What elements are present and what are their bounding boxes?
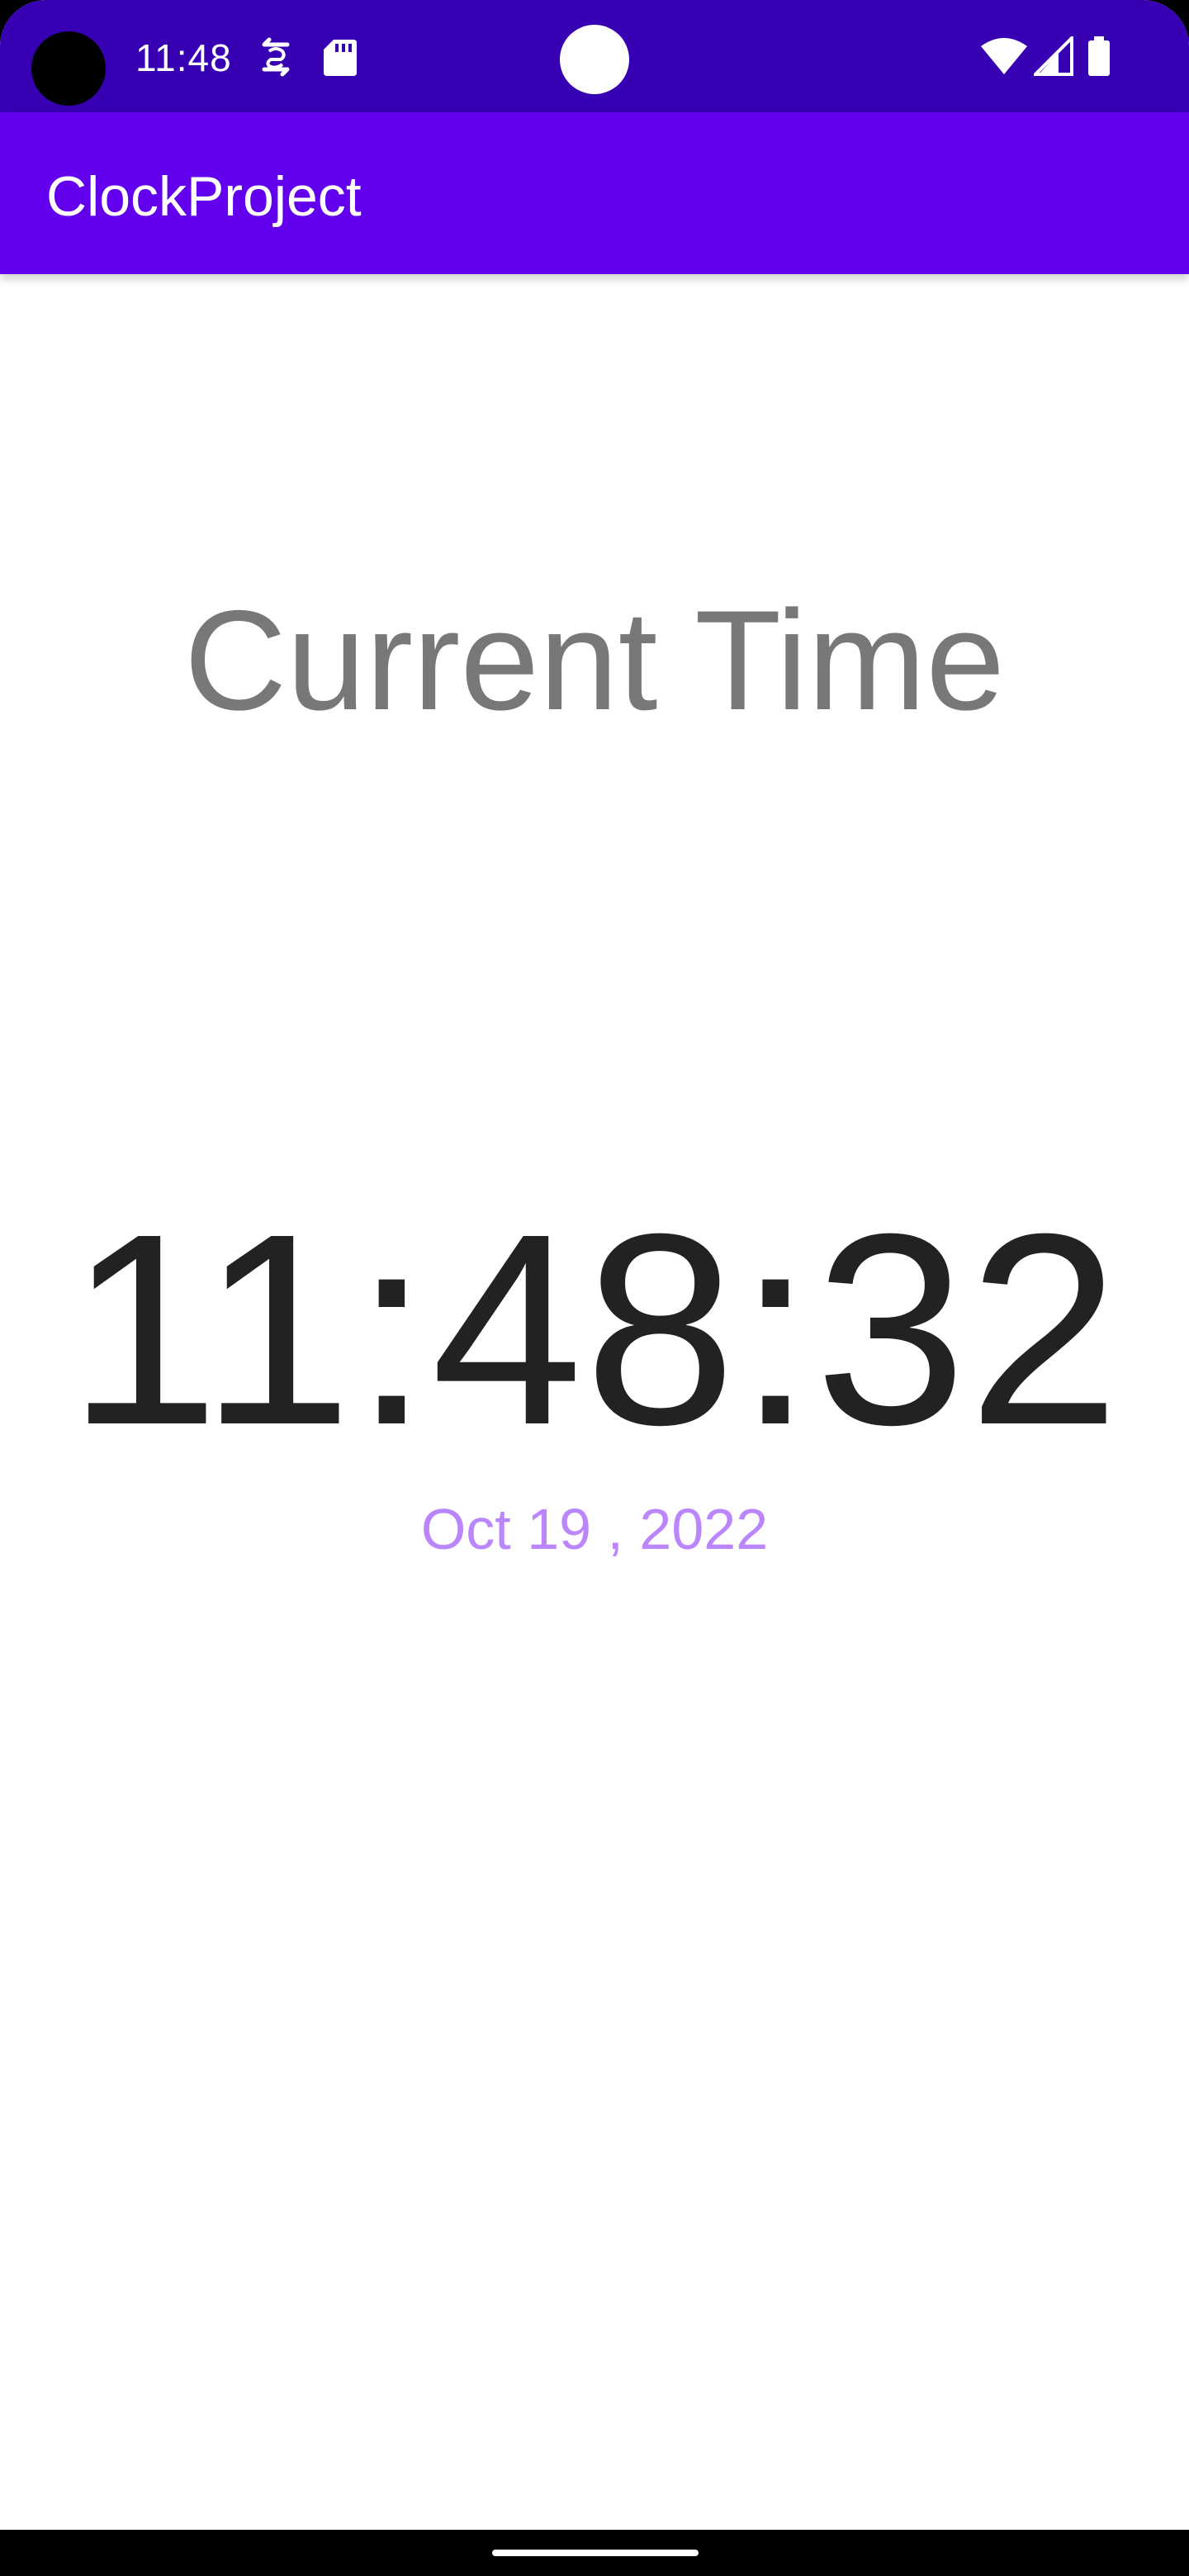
sd-card-icon [322, 36, 358, 78]
wifi-icon [981, 36, 1027, 78]
battery-icon [1087, 36, 1111, 78]
status-time: 11:48 [135, 36, 232, 79]
app-title: ClockProject [46, 165, 362, 228]
navigation-bar [0, 2530, 1189, 2576]
current-time-heading: Current Time [183, 581, 1006, 740]
phone-screen: 11:48 ClockProject Current Time 11:48:32… [0, 0, 1189, 2576]
clock-display: 11:48:32 [67, 1177, 1122, 1481]
status-bar: 11:48 [0, 0, 1189, 112]
cell-signal-icon [1031, 34, 1073, 78]
center-indicator-dot [560, 25, 629, 94]
sync-icon [258, 36, 294, 78]
gesture-handle[interactable] [492, 2550, 699, 2556]
date-display: Oct 19 , 2022 [420, 1497, 769, 1561]
app-bar: ClockProject [0, 112, 1189, 274]
camera-cutout [31, 31, 106, 106]
